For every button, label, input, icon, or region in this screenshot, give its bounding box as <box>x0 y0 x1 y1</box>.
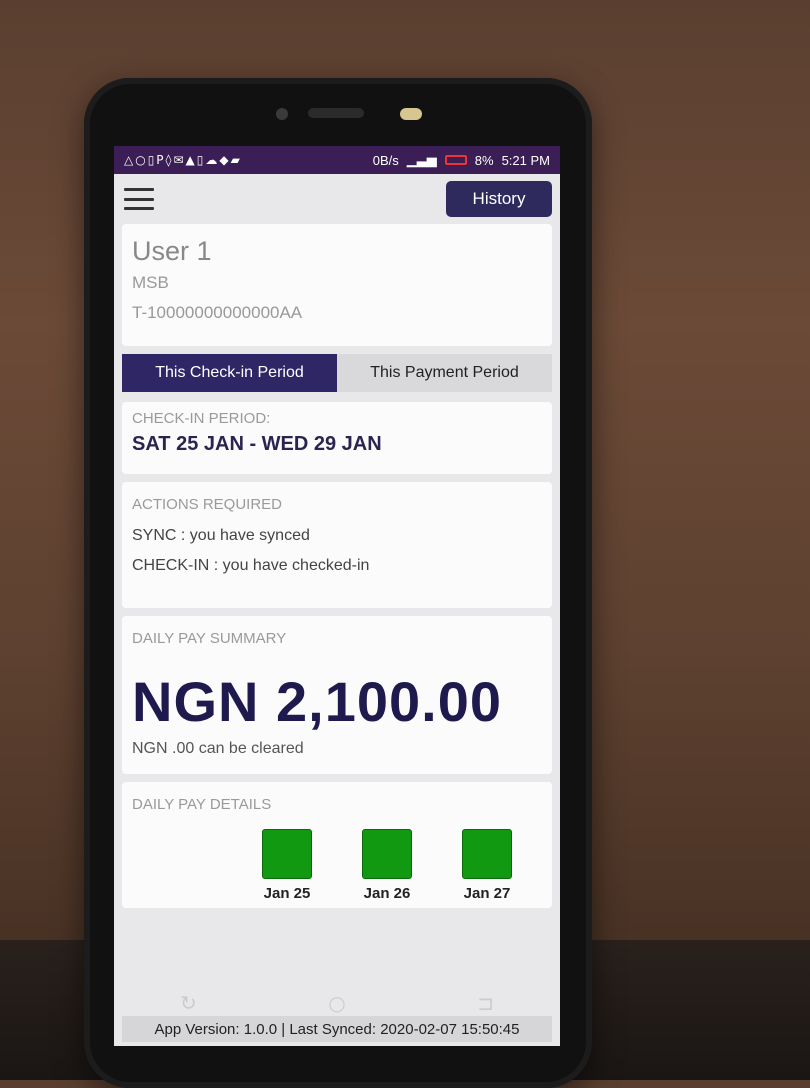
phone-top-bezel <box>84 78 592 148</box>
period-tabs: This Check-in Period This Payment Period <box>122 354 552 392</box>
app-bar: History <box>114 174 560 224</box>
actions-label: ACTIONS REQUIRED <box>132 496 283 513</box>
front-camera <box>276 108 288 120</box>
day-item[interactable]: Jan 25 <box>262 829 312 902</box>
phone-device: △○▯P◊✉▲▯☁◆▰ 0B/s ▁▃▅ 8% 5:21 PM History … <box>84 78 592 1088</box>
day-label: Jan 27 <box>463 885 511 902</box>
action-checkin: CHECK-IN : you have checked-in <box>132 557 370 574</box>
network-speed: 0B/s <box>372 152 399 168</box>
cleared-amount: NGN .00 can be cleared <box>132 740 304 757</box>
action-sync: SYNC : you have synced <box>132 527 310 544</box>
day-list: Jan 25 Jan 26 Jan 27 <box>262 829 542 902</box>
front-flash <box>400 108 422 120</box>
menu-icon[interactable] <box>124 188 154 210</box>
user-name: User 1 <box>132 236 212 266</box>
recents-icon[interactable]: ↻ <box>168 991 208 1015</box>
notification-icons: △○▯P◊✉▲▯☁◆▰ <box>124 153 242 167</box>
clock: 5:21 PM <box>501 152 550 168</box>
day-item[interactable]: Jan 27 <box>462 829 512 902</box>
user-org: MSB <box>132 273 169 292</box>
signal-icon: ▁▃▅ <box>406 152 437 167</box>
actions-card: ACTIONS REQUIRED SYNC : you have synced … <box>122 482 552 608</box>
day-status-box <box>362 829 412 879</box>
tab-payment-period[interactable]: This Payment Period <box>337 354 552 392</box>
battery-icon <box>444 155 467 165</box>
pay-summary-label: DAILY PAY SUMMARY <box>132 630 287 647</box>
day-status-box <box>262 829 312 879</box>
status-bar: △○▯P◊✉▲▯☁◆▰ 0B/s ▁▃▅ 8% 5:21 PM <box>114 146 560 174</box>
user-id: T-10000000000000AA <box>132 303 303 322</box>
screen: △○▯P◊✉▲▯☁◆▰ 0B/s ▁▃▅ 8% 5:21 PM History … <box>114 146 560 1046</box>
day-label: Jan 26 <box>363 885 411 902</box>
back-icon[interactable]: ⊐ <box>466 991 506 1015</box>
history-button[interactable]: History <box>446 181 552 217</box>
day-label: Jan 25 <box>263 885 311 902</box>
day-status-box <box>462 829 512 879</box>
checkin-period-card: CHECK-IN PERIOD: SAT 25 JAN - WED 29 JAN <box>122 402 552 474</box>
day-item[interactable]: Jan 26 <box>362 829 412 902</box>
android-nav-bar: ↻ ○ ⊐ <box>114 973 560 1033</box>
pay-details-label: DAILY PAY DETAILS <box>132 796 272 813</box>
home-icon[interactable]: ○ <box>317 991 357 1015</box>
battery-percent: 8% <box>474 152 494 168</box>
pay-amount: NGN 2,100.00 <box>132 670 502 733</box>
pay-summary-card: DAILY PAY SUMMARY NGN 2,100.00 NGN .00 c… <box>122 616 552 774</box>
checkin-period-value: SAT 25 JAN - WED 29 JAN <box>132 433 382 455</box>
tab-check-in-period[interactable]: This Check-in Period <box>122 354 337 392</box>
checkin-period-label: CHECK-IN PERIOD: <box>132 410 271 427</box>
pay-details-card: DAILY PAY DETAILS Jan 25 Jan 26 Jan 27 <box>122 782 552 908</box>
earpiece-speaker <box>308 108 364 118</box>
user-card: User 1 MSB T-10000000000000AA <box>122 224 552 346</box>
